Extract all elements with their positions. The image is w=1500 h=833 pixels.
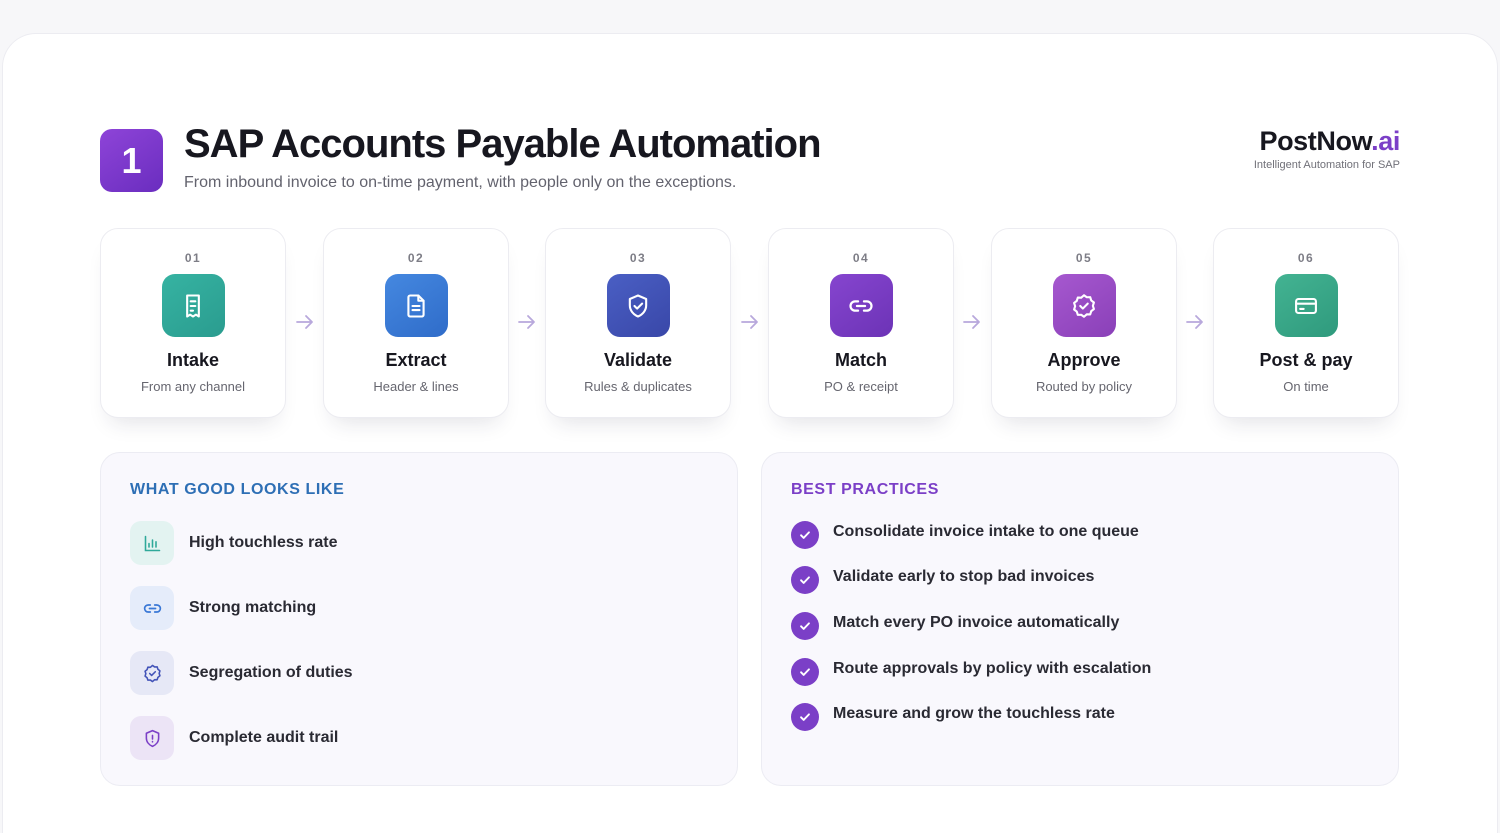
list-item: Complete audit trail — [130, 716, 338, 760]
link-icon — [829, 274, 893, 337]
step-title: Match — [834, 350, 887, 370]
list-item: Consolidate invoice intake to one queue — [791, 515, 1139, 549]
credit-card-icon — [1274, 274, 1338, 337]
list-item-label: Match every PO invoice automatically — [833, 614, 1120, 631]
bar-chart-icon — [130, 521, 174, 565]
link-icon — [130, 586, 174, 630]
step-card-extract: 02 Extract Header & lines — [323, 228, 509, 418]
step-number: 05 — [1075, 251, 1093, 265]
check-icon — [791, 566, 819, 594]
list-item-label: Complete audit trail — [189, 729, 339, 746]
step-card-match: 04 Match PO & receipt — [768, 228, 954, 418]
step-card-approve: 05 Approve Routed by policy — [991, 228, 1177, 418]
step-subtitle: Header & lines — [373, 379, 459, 394]
panel-heading: BEST PRACTICES — [791, 481, 939, 498]
brand-logo: PostNow.ai Intelligent Automation for SA… — [1253, 126, 1401, 171]
list-item-label: High touchless rate — [189, 534, 338, 551]
list-item-label: Segregation of duties — [189, 664, 353, 681]
shield-alert-icon — [130, 716, 174, 760]
arrow-right-icon — [1186, 315, 1203, 329]
arrow-right-icon — [741, 315, 758, 329]
arrow-right-icon — [296, 315, 313, 329]
brand-name-main: PostNow — [1259, 126, 1372, 156]
section-number-badge: 1 — [100, 129, 163, 192]
step-card-post-pay: 06 Post & pay On time — [1213, 228, 1399, 418]
shield-check-icon — [606, 274, 670, 337]
panel-heading: WHAT GOOD LOOKS LIKE — [130, 481, 345, 498]
step-card-validate: 03 Validate Rules & duplicates — [545, 228, 731, 418]
list-item: High touchless rate — [130, 521, 337, 565]
list-item: Match every PO invoice automatically — [791, 606, 1119, 640]
best-practices-panel: BEST PRACTICES Consolidate invoice intak… — [761, 452, 1399, 786]
badge-check-icon — [1052, 274, 1116, 337]
receipt-icon — [161, 274, 225, 337]
step-subtitle: Routed by policy — [1035, 379, 1133, 394]
document-icon — [384, 274, 448, 337]
list-item-label: Route approvals by policy with escalatio… — [833, 660, 1152, 677]
list-item: Segregation of duties — [130, 651, 353, 695]
brand-name: PostNow.ai — [1254, 126, 1400, 157]
step-card-intake: 01 Intake From any channel — [100, 228, 286, 418]
step-subtitle: PO & receipt — [824, 379, 898, 394]
brand-tagline: Intelligent Automation for SAP — [1253, 159, 1400, 171]
step-title: Extract — [385, 350, 447, 370]
list-item: Strong matching — [130, 586, 316, 630]
list-item: Route approvals by policy with escalatio… — [791, 652, 1151, 686]
check-icon — [791, 612, 819, 640]
arrow-right-icon — [963, 315, 980, 329]
step-number: 06 — [1297, 251, 1315, 265]
step-subtitle: Rules & duplicates — [584, 379, 692, 394]
check-icon — [791, 521, 819, 549]
step-subtitle: On time — [1283, 379, 1329, 394]
step-number: 01 — [184, 251, 202, 265]
step-number: 04 — [852, 251, 870, 265]
list-item: Measure and grow the touchless rate — [791, 697, 1115, 731]
step-number: 02 — [407, 251, 425, 265]
check-icon — [791, 703, 819, 731]
page-subtitle: From inbound invoice to on-time payment,… — [184, 174, 737, 191]
step-number: 03 — [629, 251, 647, 265]
page-title: SAP Accounts Payable Automation — [184, 122, 822, 166]
step-title: Post & pay — [1259, 350, 1353, 370]
list-item-label: Validate early to stop bad invoices — [833, 568, 1095, 585]
brand-name-suffix: .ai — [1371, 126, 1400, 156]
step-title: Approve — [1047, 350, 1121, 370]
step-title: Intake — [166, 350, 220, 370]
what-good-looks-like-panel: WHAT GOOD LOOKS LIKE High touchless rate… — [100, 452, 738, 786]
list-item: Validate early to stop bad invoices — [791, 560, 1094, 594]
step-title: Validate — [603, 350, 673, 370]
list-item-label: Measure and grow the touchless rate — [833, 705, 1115, 722]
step-subtitle: From any channel — [140, 379, 246, 394]
list-item-label: Strong matching — [189, 599, 317, 616]
list-item-label: Consolidate invoice intake to one queue — [833, 523, 1139, 540]
check-icon — [791, 658, 819, 686]
arrow-right-icon — [518, 315, 535, 329]
badge-check-icon — [130, 651, 174, 695]
